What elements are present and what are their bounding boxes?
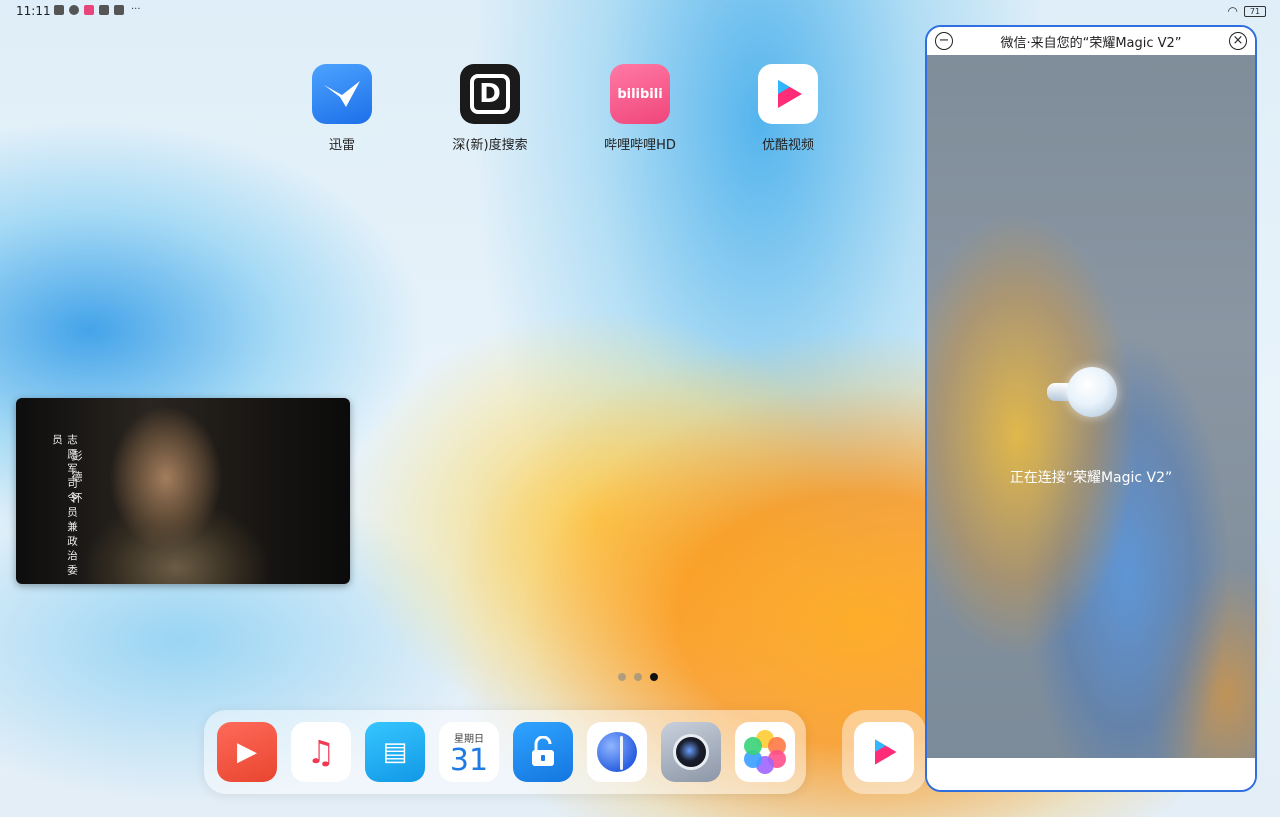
- minimize-button[interactable]: −: [935, 32, 953, 50]
- connection-status: 正在连接“荣耀Magic V2”: [1009, 470, 1173, 486]
- book-icon: ▤: [382, 737, 408, 767]
- watermark: [1058, 762, 1258, 790]
- app-bilibili[interactable]: bilibili 哔哩哔哩HD: [585, 64, 695, 153]
- dock-calendar-app[interactable]: 星期日 31: [439, 722, 499, 782]
- mail-notification-icon: [114, 5, 124, 15]
- app-youku[interactable]: 优酷视频: [733, 64, 843, 153]
- wechat-notification-icon: [69, 5, 79, 15]
- calendar-day: 31: [449, 742, 489, 778]
- dock-browser-app[interactable]: [587, 722, 647, 782]
- wifi-icon: ◠: [1227, 4, 1238, 18]
- notification-icons: ···: [54, 5, 141, 15]
- globe-icon: [597, 732, 637, 772]
- video-caption-name: 彭德怀: [70, 450, 83, 513]
- floating-window-titlebar[interactable]: − 微信·来自您的“荣耀Magic V2” ×: [927, 27, 1255, 55]
- play-icon: ▶: [237, 737, 257, 767]
- gallery-notification-icon: [54, 5, 64, 15]
- xunlei-bird-icon: [312, 64, 372, 124]
- dock-separator: [620, 736, 623, 770]
- more-notifications-icon: ···: [131, 4, 141, 15]
- youku-notification-icon: [84, 5, 94, 15]
- page-dot[interactable]: [634, 673, 642, 681]
- bilibili-icon: bilibili: [610, 64, 670, 124]
- dock: ▶ ♫ ▤ 星期日 31: [204, 710, 806, 794]
- dock-books-app[interactable]: ▤: [365, 722, 425, 782]
- app-label: 哔哩哔哩HD: [604, 138, 676, 153]
- floating-window-content: 正在连接“荣耀Magic V2”: [927, 55, 1255, 762]
- app-label: 深(新)度搜索: [452, 138, 528, 153]
- gallery-flower-icon: [743, 730, 787, 774]
- dock-music-app[interactable]: ♫: [291, 722, 351, 782]
- close-button[interactable]: ×: [1229, 32, 1247, 50]
- deep-search-icon: D: [460, 64, 520, 124]
- dock-recent-youku[interactable]: [842, 710, 926, 794]
- dock-camera-app[interactable]: [661, 722, 721, 782]
- camera-lens-icon: [673, 734, 709, 770]
- page-dot-active[interactable]: [650, 673, 658, 681]
- status-bar: 11:11 ··· ◠ 71: [0, 0, 1280, 24]
- status-time: 11:11: [16, 4, 51, 18]
- pip-video-window[interactable]: 志愿军司令员兼政治委员 彭德怀: [16, 398, 350, 584]
- battery-icon: 71: [1244, 5, 1266, 17]
- youku-icon: [758, 64, 818, 124]
- app-xunlei[interactable]: 迅雷: [287, 64, 397, 153]
- connecting-bulb-icon: [1047, 367, 1117, 419]
- floating-window-title: 微信·来自您的“荣耀Magic V2”: [1000, 35, 1182, 51]
- app-deep-search[interactable]: D 深(新)度搜索: [435, 64, 545, 153]
- app-label: 优酷视频: [761, 138, 814, 153]
- page-dot[interactable]: [618, 673, 626, 681]
- dock-security-app[interactable]: [513, 722, 573, 782]
- message-notification-icon: [99, 5, 109, 15]
- dock-video-app[interactable]: ▶: [217, 722, 277, 782]
- app-label: 迅雷: [328, 138, 355, 153]
- unlock-icon: [532, 736, 554, 766]
- page-indicator[interactable]: [618, 673, 658, 681]
- youku-icon: [854, 722, 914, 782]
- music-note-icon: ♫: [306, 733, 336, 771]
- dock-gallery-app[interactable]: [735, 722, 795, 782]
- floating-window-wechat[interactable]: − 微信·来自您的“荣耀Magic V2” × 正在连接“荣耀Magic V2”: [925, 25, 1257, 792]
